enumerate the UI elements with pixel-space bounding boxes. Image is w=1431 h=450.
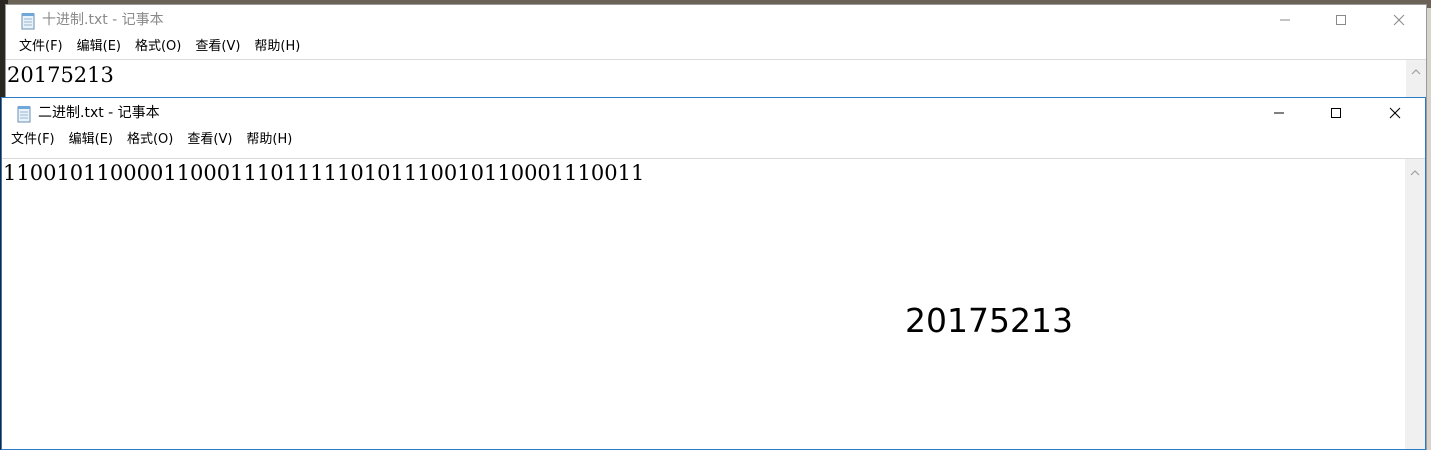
maximize-button[interactable] (1312, 5, 1370, 36)
window-title: 二进制.txt - 记事本 (38, 105, 160, 121)
menu-edit[interactable]: 编辑(E) (62, 130, 120, 150)
minimize-icon (1273, 104, 1285, 123)
close-icon (1393, 11, 1405, 30)
menu-view[interactable]: 查看(V) (180, 130, 239, 150)
notepad-icon (20, 12, 36, 30)
maximize-icon (1335, 11, 1347, 30)
menu-bar: 文件(F) 编辑(E) 格式(O) 查看(V) 帮助(H) (6, 36, 1426, 58)
menu-view[interactable]: 查看(V) (188, 37, 247, 57)
notepad-window-binary[interactable]: 二进制.txt - 记事本 文件(F) 编辑(E) 格式(O) 查看(V) 帮助… (1, 97, 1426, 450)
minimize-button[interactable] (1250, 98, 1308, 129)
title-bar[interactable]: 二进制.txt - 记事本 (2, 98, 1425, 129)
vertical-scrollbar[interactable] (1405, 158, 1425, 449)
menu-format[interactable]: 格式(O) (128, 37, 188, 57)
window-title: 十进制.txt - 记事本 (42, 12, 164, 28)
scroll-up-button[interactable] (1406, 60, 1426, 80)
title-bar[interactable]: 十进制.txt - 记事本 (6, 5, 1426, 36)
overlay-student-number: 20175213 (905, 301, 1073, 340)
editor-content: 20175213 (7, 63, 114, 87)
notepad-icon (16, 105, 32, 123)
menu-edit[interactable]: 编辑(E) (70, 37, 128, 57)
chevron-up-icon (1411, 61, 1421, 80)
close-icon (1389, 104, 1401, 123)
menu-file[interactable]: 文件(F) (4, 130, 62, 150)
menu-file[interactable]: 文件(F) (12, 37, 70, 57)
menu-format[interactable]: 格式(O) (120, 130, 180, 150)
maximize-icon (1330, 104, 1342, 123)
menu-help[interactable]: 帮助(H) (247, 37, 307, 57)
close-button[interactable] (1370, 5, 1428, 36)
scroll-up-button[interactable] (1405, 161, 1425, 181)
minimize-icon (1279, 11, 1291, 30)
close-button[interactable] (1366, 98, 1424, 129)
editor-content: 1100101100001100011101111101011100101100… (3, 161, 645, 185)
minimize-button[interactable] (1256, 5, 1314, 36)
maximize-button[interactable] (1307, 98, 1365, 129)
text-editor[interactable]: 1100101100001100011101111101011100101100… (2, 158, 1405, 449)
menu-bar: 文件(F) 编辑(E) 格式(O) 查看(V) 帮助(H) (2, 129, 1425, 151)
menu-help[interactable]: 帮助(H) (239, 130, 299, 150)
chevron-up-icon (1410, 162, 1420, 181)
